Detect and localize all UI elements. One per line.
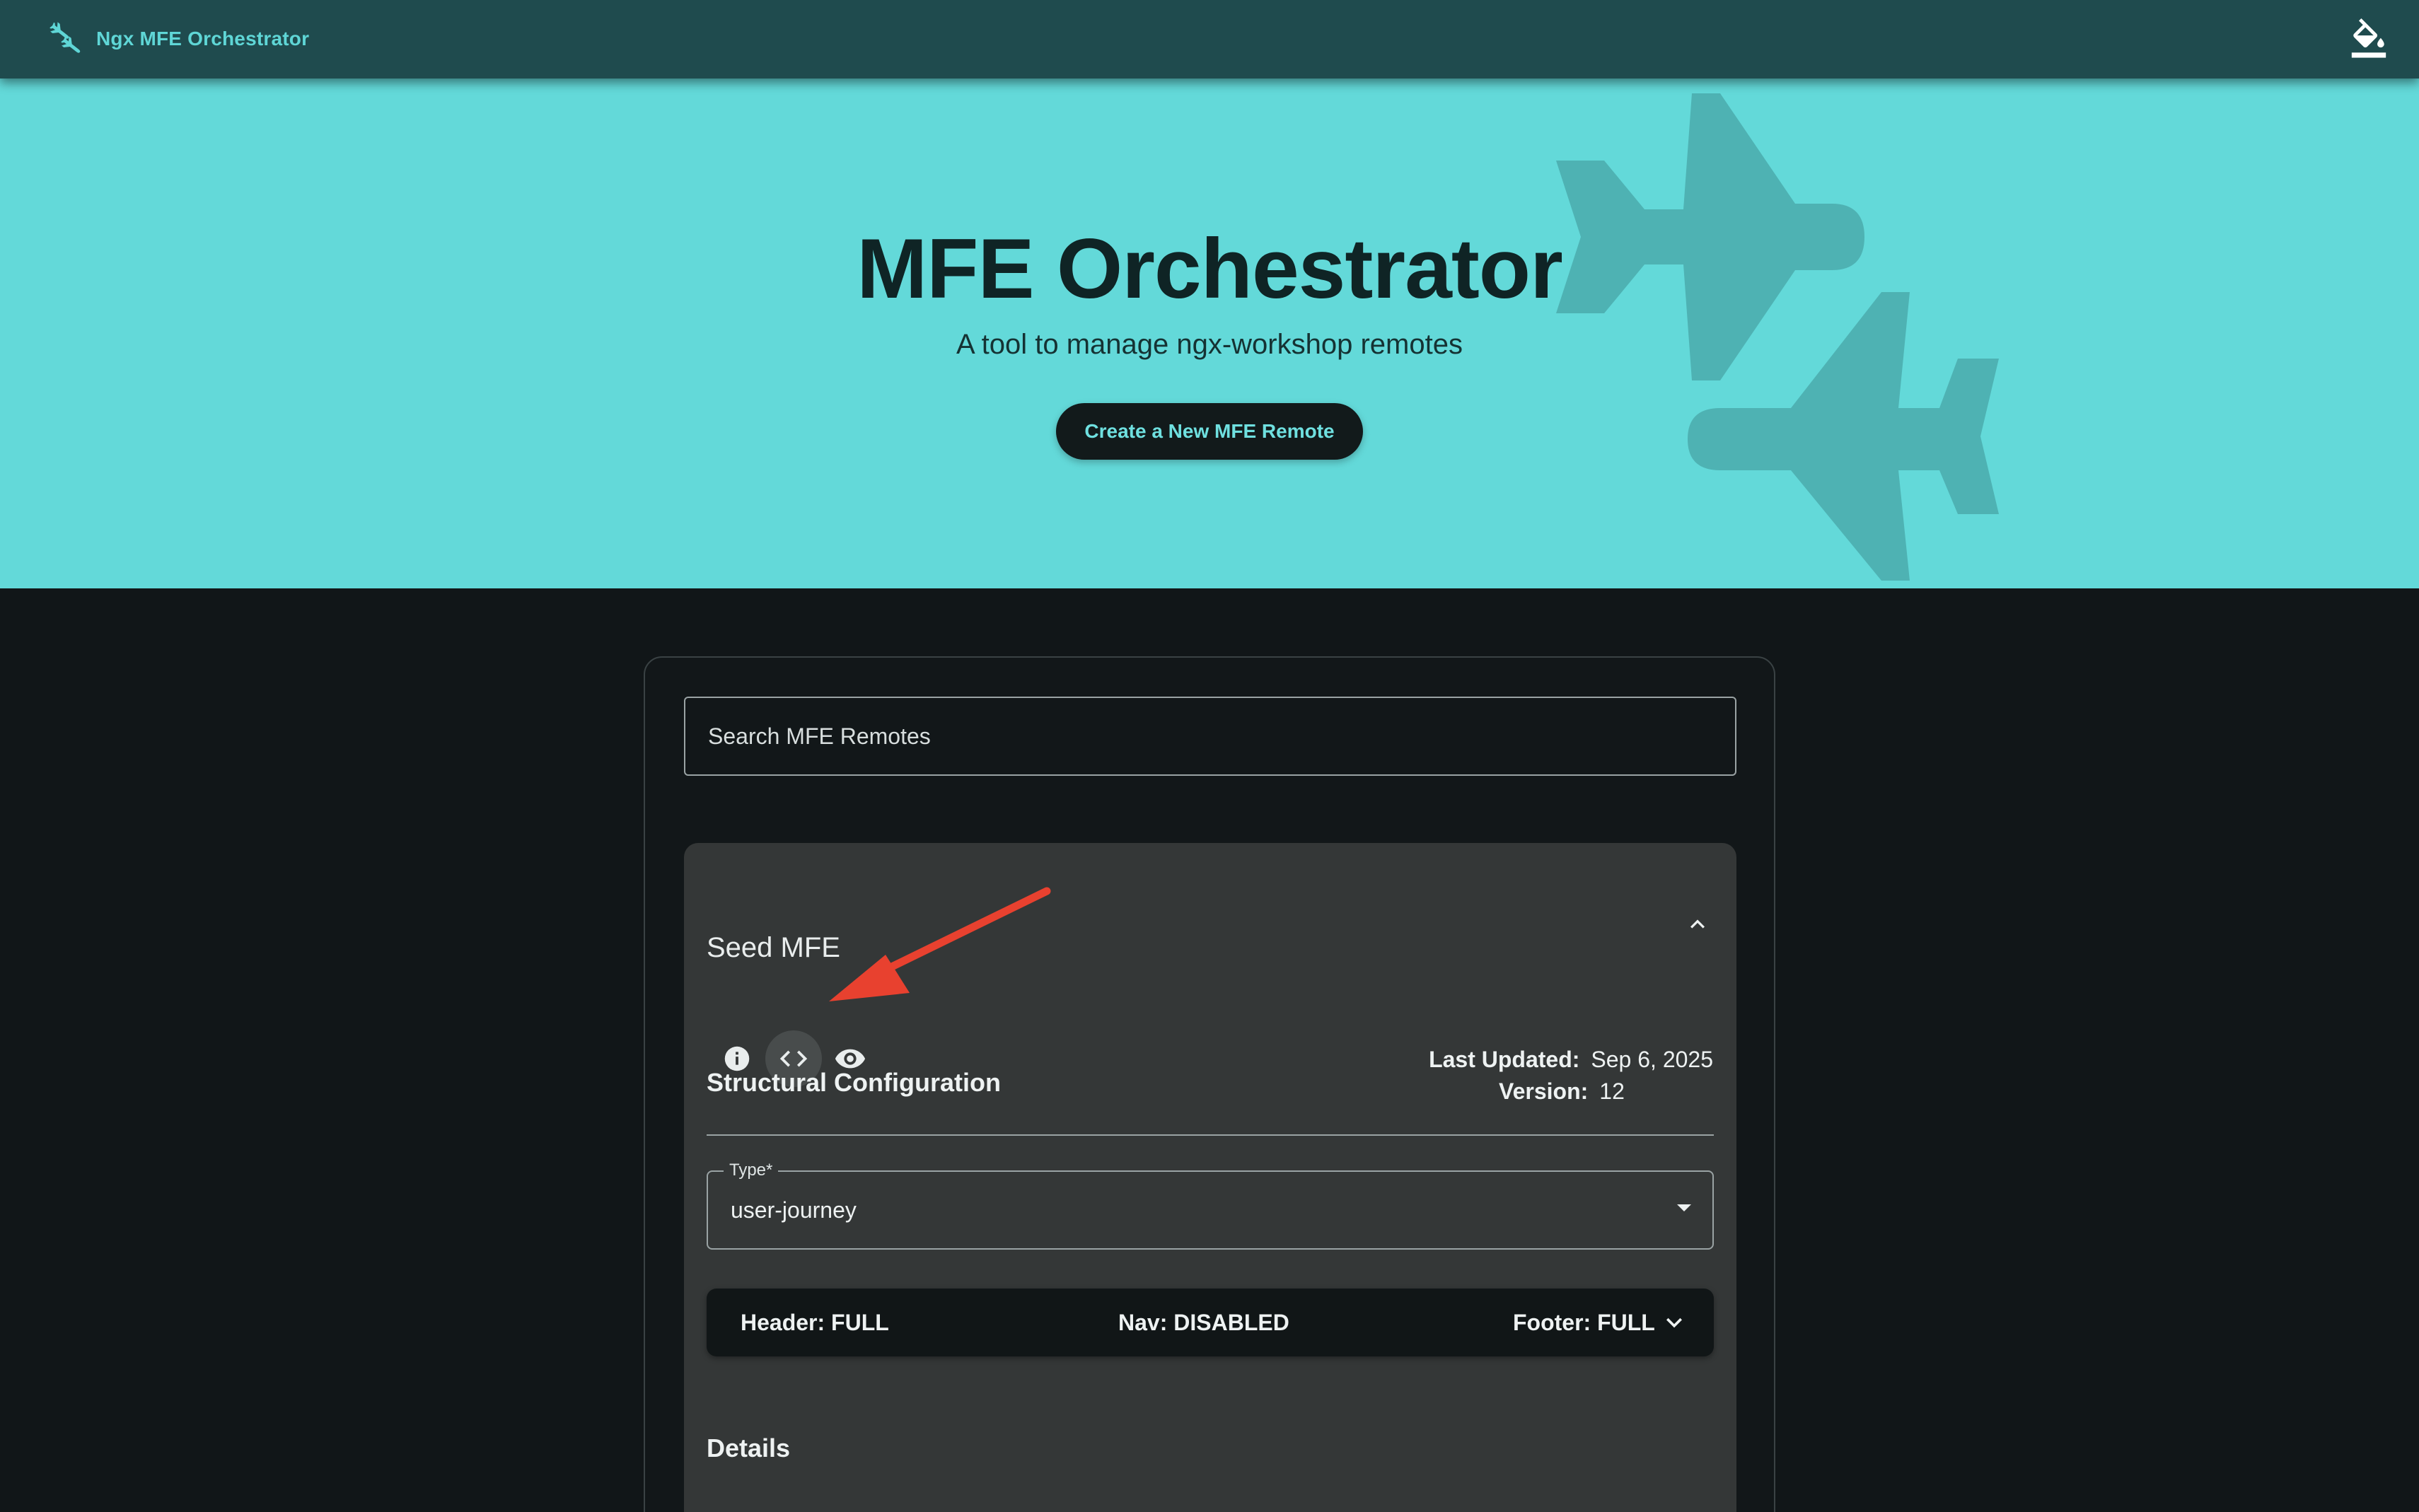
section-divider bbox=[707, 1134, 1714, 1136]
layout-summary-bar[interactable]: Header: FULL Nav: DISABLED Footer: FULL bbox=[707, 1289, 1714, 1356]
brand-link[interactable]: Ngx MFE Orchestrator bbox=[50, 17, 309, 61]
chevron-down-icon bbox=[1666, 1318, 1682, 1328]
format-color-fill-icon bbox=[2351, 18, 2386, 58]
version-row: Version: 12 bbox=[1499, 1078, 1625, 1105]
hero-section: MFE Orchestrator A tool to manage ngx-wo… bbox=[0, 78, 2419, 588]
chevron-up-icon bbox=[1690, 919, 1705, 929]
brand-title: Ngx MFE Orchestrator bbox=[96, 28, 310, 50]
version-label: Version: bbox=[1499, 1078, 1589, 1104]
create-remote-button[interactable]: Create a New MFE Remote bbox=[1056, 403, 1363, 460]
type-select[interactable]: Type* user-journey bbox=[707, 1161, 1714, 1250]
remotes-card: Seed MFE Last Updated: bbox=[644, 656, 1775, 1512]
type-value: user-journey bbox=[731, 1197, 857, 1223]
app-toolbar: Ngx MFE Orchestrator bbox=[0, 0, 2419, 78]
footer-status: Footer: FULL bbox=[1513, 1310, 1655, 1335]
last-updated-row: Last Updated: Sep 6, 2025 bbox=[1429, 1047, 1713, 1073]
structural-heading: Structural Configuration bbox=[707, 1068, 1001, 1097]
theme-toggle-button[interactable] bbox=[2344, 14, 2394, 64]
type-label: Type* bbox=[724, 1161, 779, 1180]
collapse-button[interactable] bbox=[1673, 900, 1722, 949]
last-updated-value: Sep 6, 2025 bbox=[1591, 1047, 1713, 1072]
last-updated-label: Last Updated: bbox=[1429, 1047, 1580, 1072]
nav-status: Nav: DISABLED bbox=[1118, 1310, 1289, 1335]
dropdown-arrow-icon bbox=[1677, 1204, 1691, 1211]
annotation-arrow bbox=[829, 887, 1051, 1001]
version-value: 12 bbox=[1599, 1078, 1625, 1104]
hero-title: MFE Orchestrator bbox=[857, 221, 1563, 316]
hero-subtitle: A tool to manage ngx-workshop remotes bbox=[956, 329, 1463, 360]
flights-icon bbox=[50, 22, 81, 53]
search-input[interactable] bbox=[684, 697, 1736, 776]
details-heading: Details bbox=[707, 1434, 791, 1462]
header-status: Header: FULL bbox=[741, 1310, 889, 1335]
